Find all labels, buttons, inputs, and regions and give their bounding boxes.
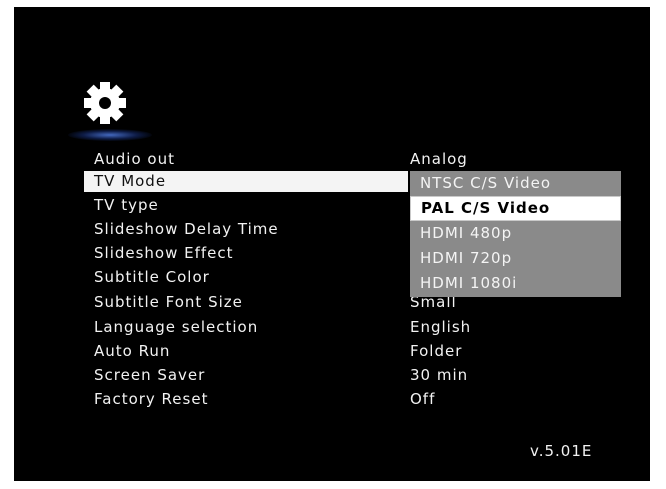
menu-item-screen-saver[interactable]: Screen Saver 30 min [84,365,620,386]
dropdown-option-label: HDMI 480p [420,224,513,242]
dropdown-option-label: HDMI 1080i [420,274,518,292]
tv-mode-dropdown: NTSC C/S Video PAL C/S Video HDMI 480p H… [410,171,621,297]
menu-item-label: Factory Reset [94,390,209,408]
menu-item-value: 30 min [410,366,469,384]
menu-item-label: Subtitle Color [94,268,210,286]
menu-item-label: TV type [94,196,159,214]
dropdown-option-label: PAL C/S Video [421,199,551,217]
gear-glow [68,129,152,141]
menu-item-label: Slideshow Delay Time [94,220,279,238]
dropdown-option-ntsc[interactable]: NTSC C/S Video [410,171,621,196]
menu-item-label: Auto Run [94,342,171,360]
menu-item-language-selection[interactable]: Language selection English [84,317,620,338]
menu-item-label: Language selection [94,318,259,336]
dropdown-option-hdmi-720p[interactable]: HDMI 720p [410,246,621,271]
menu-item-label: TV Mode [94,172,167,190]
gear-icon [84,82,126,124]
dropdown-option-hdmi-1080i[interactable]: HDMI 1080i [410,271,621,296]
dropdown-option-pal[interactable]: PAL C/S Video [410,196,621,221]
menu-item-label: Slideshow Effect [94,244,234,262]
settings-screen: Audio out Analog TV Mode TV type Slidesh… [14,7,650,481]
dropdown-option-label: NTSC C/S Video [420,174,551,192]
version-label: v.5.01E [530,442,593,460]
menu-item-auto-run[interactable]: Auto Run Folder [84,341,620,362]
menu-item-label: Screen Saver [94,366,206,384]
menu-item-tv-mode[interactable]: TV Mode [84,171,408,192]
menu-item-label: Audio out [94,150,175,168]
menu-item-value: Folder [410,342,463,360]
dropdown-option-hdmi-480p[interactable]: HDMI 480p [410,221,621,246]
menu-item-label: Subtitle Font Size [94,293,243,311]
menu-item-audio-out[interactable]: Audio out Analog [84,149,620,170]
menu-item-value: English [410,318,472,336]
menu-item-factory-reset[interactable]: Factory Reset Off [84,389,620,410]
dropdown-option-label: HDMI 720p [420,249,513,267]
menu-item-value: Analog [410,150,468,168]
menu-item-value: Off [410,390,436,408]
